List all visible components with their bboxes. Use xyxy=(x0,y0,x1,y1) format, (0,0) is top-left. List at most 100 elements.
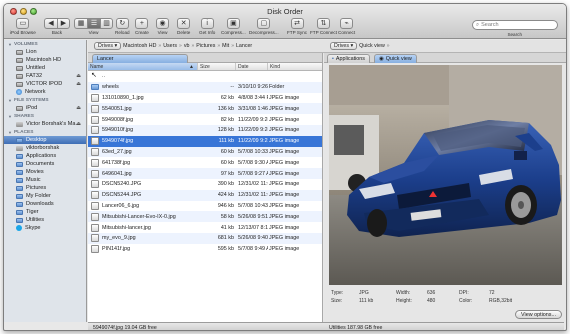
disclosure-triangle-icon[interactable]: ▼ xyxy=(8,130,12,135)
disclosure-triangle-icon[interactable]: ▼ xyxy=(8,114,12,119)
sidebar-item-music[interactable]: Music xyxy=(4,176,86,184)
right-drives-popup[interactable]: Drives ▾ xyxy=(330,42,358,50)
back-arrow-icon[interactable]: ◀ xyxy=(44,18,57,29)
compress-button[interactable]: ▣ Compress... xyxy=(221,18,246,38)
eject-icon[interactable]: ⏏ xyxy=(76,121,81,127)
left-tab-bar: Lancer xyxy=(88,53,322,63)
left-drives-popup[interactable]: Drives ▾ xyxy=(94,42,122,50)
sidebar-item-network[interactable]: Network xyxy=(4,88,86,96)
ftp-sync-button[interactable]: ⇄ FTP Sync xyxy=(287,18,307,38)
crumb-mit[interactable]: Mit xyxy=(222,43,229,49)
column-kind[interactable]: Kind xyxy=(268,63,322,70)
crumb-users[interactable]: Users xyxy=(163,43,177,49)
icon-view-icon[interactable]: ▦ xyxy=(74,18,87,29)
create-button[interactable]: + Create xyxy=(135,18,149,38)
crumb-macintosh-hd[interactable]: Macintosh HD xyxy=(123,43,156,49)
sidebar-item-desktop[interactable]: Desktop xyxy=(4,136,86,144)
file-row[interactable]: wheels -- 3/10/10 9:26 PFolder xyxy=(88,81,322,93)
sidebar-item-share[interactable]: Victor Borshak's Ma... ⏏ xyxy=(4,120,86,128)
sidebar-item-macintosh-hd[interactable]: Macintosh HD xyxy=(4,56,86,64)
file-row[interactable]: DSCN5244.JPG 424 kb 12/31/02 11:0CJPEG ima… xyxy=(88,189,322,201)
eject-icon[interactable]: ⏏ xyxy=(76,105,81,111)
sidebar-item-skype[interactable]: Skype xyxy=(4,224,86,232)
sidebar-item-documents[interactable]: Documents xyxy=(4,160,86,168)
connect-button[interactable]: ⌁ Connect xyxy=(338,18,355,38)
file-systems-header[interactable]: ▼ FILE SYSTEMS xyxy=(4,96,86,104)
file-row[interactable]: 641738f.jpg 60 kb 5/7/08 9:30 AMJPEG image xyxy=(88,157,322,168)
file-row[interactable]: Mitsubishi-lancer.jpg 41 kb 12/13/07 8:16 J… xyxy=(88,222,322,233)
view-mode-control[interactable]: ▦ ☰ ▥ View xyxy=(74,18,113,38)
tab-lancer[interactable]: Lancer xyxy=(92,54,188,63)
sidebar-item-pictures[interactable]: Pictures xyxy=(4,184,86,192)
get-info-button[interactable]: i Get Info xyxy=(199,18,215,38)
file-row[interactable]: 5949010f.jpg 128 kb 11/22/09 9:24 PJPEG im… xyxy=(88,124,322,136)
list-view-icon[interactable]: ☰ xyxy=(87,18,100,29)
crumb-lancer[interactable]: Lancer xyxy=(236,43,252,49)
sidebar-item-lion[interactable]: Lion xyxy=(4,48,86,56)
volumes-header[interactable]: ▼ VOLUMES xyxy=(4,40,86,48)
reload-button[interactable]: ↻ Reload xyxy=(115,18,130,38)
view-file-button[interactable]: ◉ View xyxy=(156,18,169,38)
file-row[interactable]: 5949008f.jpg 82 kb 11/22/09 9:24 PJPEG ima… xyxy=(88,114,322,125)
file-row[interactable]: 131010890_1.jpg 62 kb 4/8/08 3:44 PMJPEG i… xyxy=(88,93,322,104)
forward-arrow-icon[interactable]: ▶ xyxy=(57,18,70,29)
file-row[interactable]: DSCN5240.JPG 390 kb 12/31/02 11:0CJPEG ima… xyxy=(88,179,322,190)
file-row[interactable]: ↖.. xyxy=(88,71,322,82)
sidebar-item-utilities[interactable]: Utilities xyxy=(4,216,86,224)
column-view-icon[interactable]: ▥ xyxy=(100,18,113,29)
sidebar-item-ipod[interactable]: iPod ⏏ xyxy=(4,104,86,112)
sidebar-item-home[interactable]: viktorborshak xyxy=(4,144,86,152)
search-input[interactable]: ⌕ Search xyxy=(472,20,558,30)
shares-header[interactable]: ▼ SHARES xyxy=(4,112,86,120)
sidebar-item-applications[interactable]: Applications xyxy=(4,152,86,160)
disclosure-triangle-icon[interactable]: ▼ xyxy=(8,98,12,103)
view-options-button[interactable]: View options... xyxy=(515,310,562,319)
eject-icon[interactable]: ⏏ xyxy=(76,81,81,87)
sidebar-item-untitled[interactable]: Untitled xyxy=(4,64,86,72)
file-row[interactable]: 63ed_27.jpg 60 kb 5/7/08 10:33 AJPEG image xyxy=(88,146,322,158)
file-date-cell: 12/31/02 11:0C xyxy=(238,192,268,199)
crumb-quick-view[interactable]: Quick view xyxy=(359,43,385,49)
column-date[interactable]: Date xyxy=(236,63,268,70)
file-name-cell: 6496041.jpg xyxy=(88,169,198,178)
disclosure-triangle-icon[interactable]: ▼ xyxy=(8,42,12,47)
delete-button[interactable]: ✕ Delete xyxy=(177,18,190,38)
sidebar-item-tiger[interactable]: Tiger xyxy=(4,208,86,216)
file-date-cell: 11/22/09 9:24 P xyxy=(238,116,268,123)
tab-quick-view[interactable]: ◉ Quick view xyxy=(374,54,417,63)
file-row[interactable]: my_evo_9.jpg 681 kb 5/26/08 9:40 PJPEG ima… xyxy=(88,232,322,244)
column-name[interactable]: Name ▲ xyxy=(88,63,198,70)
file-row[interactable]: Mitsubishi-Lancer-Evo-IX-0.jpg 58 kb 5/26/… xyxy=(88,211,322,223)
sidebar-item-my-folder[interactable]: My Folder xyxy=(4,192,86,200)
status-bar: 5949074f.jpg 19.04 GB free Utilities 187… xyxy=(88,322,564,330)
sidebar-item-movies[interactable]: Movies xyxy=(4,168,86,176)
eject-icon[interactable]: ⏏ xyxy=(76,73,81,79)
new-folder-icon: + xyxy=(135,18,149,29)
sidebar-item-victor-ipod[interactable]: VICTOR IPOD ⏏ xyxy=(4,80,86,88)
image-file-icon xyxy=(91,234,99,243)
ftp-connect-button[interactable]: ⇅ FTP Connect xyxy=(310,18,337,38)
decompress-button[interactable]: ▢ Decompress... xyxy=(249,18,279,38)
file-row[interactable]: 5540051.jpg 136 kb 3/31/08 1:46 PJPEG imag… xyxy=(88,103,322,115)
ipod-browse-button[interactable]: ▭ iPod Browse xyxy=(10,18,36,38)
file-row[interactable]: PIN141f.jpg 595 kb 5/7/08 9:49 AMJPEG imag… xyxy=(88,244,322,255)
parent-folder-icon: ↖ xyxy=(91,72,97,80)
sidebar-item-downloads[interactable]: Downloads xyxy=(4,200,86,208)
file-row[interactable]: 5949074f.jpg 111 kb 11/22/09 9:23 PJPEG im… xyxy=(88,135,322,147)
file-row[interactable]: 6496041.jpg 97 kb 5/7/08 9:27 AMJPEG image xyxy=(88,168,322,179)
back-button[interactable]: ◀ ▶ Back xyxy=(44,18,70,38)
crumb-pictures[interactable]: Pictures xyxy=(196,43,215,49)
places-header[interactable]: ▼ PLACES xyxy=(4,128,86,136)
tab-applications[interactable]: ▪ Applications xyxy=(327,54,370,63)
file-size-cell: 946 kb xyxy=(217,202,234,209)
file-name-cell: ↖.. xyxy=(88,72,198,80)
crumb-vb[interactable]: vb xyxy=(184,43,190,49)
column-size[interactable]: Size xyxy=(198,63,236,70)
file-date-cell: 3/10/10 9:26 P xyxy=(238,84,268,91)
file-row[interactable]: Lancer06_6.jpg 946 kb 5/7/08 10:43 AJPEG i… xyxy=(88,201,322,212)
file-date-cell: 5/7/08 10:33 A xyxy=(238,148,268,155)
folder-icon xyxy=(16,201,23,207)
sidebar-item-fat32[interactable]: FAT32 ⏏ xyxy=(4,72,86,80)
file-size-cell: 82 kb xyxy=(220,116,234,123)
image-file-icon xyxy=(91,115,99,124)
